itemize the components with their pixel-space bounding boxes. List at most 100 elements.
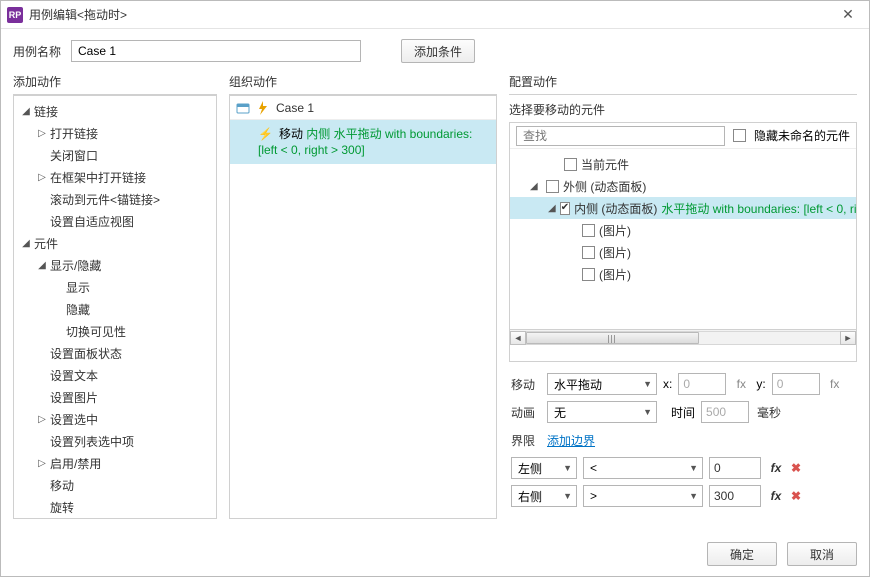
expand-icon[interactable]: ◢ xyxy=(36,260,48,271)
hide-unnamed-checkbox[interactable] xyxy=(733,129,746,142)
action-tree-item[interactable]: ▷打开链接 xyxy=(14,122,216,144)
tree-item-label: 打开链接 xyxy=(50,125,98,142)
action-tree-item[interactable]: ▷切换可见性 xyxy=(14,320,216,342)
action-tree-item[interactable]: ▷设置自适应视图 xyxy=(14,210,216,232)
add-condition-button[interactable]: 添加条件 xyxy=(401,39,475,63)
boundary-value-input[interactable] xyxy=(709,457,761,479)
x-input[interactable] xyxy=(678,373,726,395)
search-input[interactable] xyxy=(516,126,725,146)
action-item[interactable]: ⚡移动 内侧 水平拖动 with boundaries: [left < 0, … xyxy=(230,120,496,164)
move-select[interactable]: 水平拖动▼ xyxy=(547,373,657,395)
action-tree-item[interactable]: ▷设置尺寸 xyxy=(14,518,216,519)
case-label[interactable]: Case 1 xyxy=(276,101,314,115)
boundary-side-select[interactable]: 右侧▼ xyxy=(511,485,577,507)
chevron-down-icon: ▼ xyxy=(643,407,652,417)
animation-select[interactable]: 无▼ xyxy=(547,401,657,423)
action-tree-item[interactable]: ▷移动 xyxy=(14,474,216,496)
widget-tree-item[interactable]: ◢外侧 (动态面板) xyxy=(510,175,856,197)
action-tree-item[interactable]: ▷启用/禁用 xyxy=(14,452,216,474)
expand-icon[interactable]: ◢ xyxy=(530,181,542,192)
boundary-op-select[interactable]: <▼ xyxy=(583,457,703,479)
action-prefix: 移动 xyxy=(279,127,306,141)
action-tree-item[interactable]: ◢元件 xyxy=(14,232,216,254)
collapse-icon[interactable]: ▷ xyxy=(36,128,48,139)
scroll-left-arrow[interactable]: ◄ xyxy=(510,331,526,345)
add-action-header: 添加动作 xyxy=(13,71,217,95)
action-tree-item[interactable]: ▷设置列表选中项 xyxy=(14,430,216,452)
widget-checkbox[interactable] xyxy=(582,268,595,281)
chevron-down-icon: ▼ xyxy=(563,463,572,473)
boundary-side-select[interactable]: 左侧▼ xyxy=(511,457,577,479)
tree-item-label: 设置面板状态 xyxy=(50,345,122,362)
chevron-down-icon: ▼ xyxy=(689,463,698,473)
tree-item-label: 设置文本 xyxy=(50,367,98,384)
tree-item-label: 设置列表选中项 xyxy=(50,433,134,450)
action-tree-item[interactable]: ◢链接 xyxy=(14,100,216,122)
chevron-down-icon: ▼ xyxy=(643,379,652,389)
delete-boundary-icon[interactable]: ✖ xyxy=(791,461,801,475)
collapse-icon[interactable]: ▷ xyxy=(36,458,48,469)
boundary-value-input[interactable] xyxy=(709,485,761,507)
tree-item-label: 启用/禁用 xyxy=(50,455,101,472)
action-tree-item[interactable]: ◢显示/隐藏 xyxy=(14,254,216,276)
tree-item-label: 设置选中 xyxy=(50,411,98,428)
scroll-right-arrow[interactable]: ► xyxy=(840,331,856,345)
widget-tree-item[interactable]: ◢内侧 (动态面板) 水平拖动 with boundaries: [left <… xyxy=(510,197,856,219)
widget-label: (图片) xyxy=(599,244,631,261)
widget-tree-item[interactable]: ▷(图片) xyxy=(510,241,856,263)
widget-tree-item[interactable]: ▷当前元件 xyxy=(510,153,856,175)
add-boundary-link[interactable]: 添加边界 xyxy=(547,432,595,449)
action-tree-item[interactable]: ▷在框架中打开链接 xyxy=(14,166,216,188)
action-tree-item[interactable]: ▷显示 xyxy=(14,276,216,298)
organize-action-header: 组织动作 xyxy=(229,71,497,95)
h-scrollbar[interactable]: ◄ ► xyxy=(510,329,856,345)
fx-button[interactable]: fx xyxy=(767,461,785,475)
widget-tree-item[interactable]: ▷(图片) xyxy=(510,263,856,285)
select-widget-header: 选择要移动的元件 xyxy=(509,95,857,122)
ok-button[interactable]: 确定 xyxy=(707,542,777,566)
tree-item-label: 关闭窗口 xyxy=(50,147,98,164)
action-tree-item[interactable]: ▷设置选中 xyxy=(14,408,216,430)
delete-boundary-icon[interactable]: ✖ xyxy=(791,489,801,503)
fx-y[interactable]: fx xyxy=(826,377,844,391)
tree-item-label: 显示/隐藏 xyxy=(50,257,101,274)
close-icon[interactable]: ✕ xyxy=(833,6,863,23)
widget-checkbox[interactable] xyxy=(560,202,570,215)
collapse-icon[interactable]: ▷ xyxy=(36,414,48,425)
tree-item-label: 切换可见性 xyxy=(66,323,126,340)
expand-icon[interactable]: ◢ xyxy=(20,238,32,249)
time-unit: 毫秒 xyxy=(757,404,781,421)
action-tree-item[interactable]: ▷设置文本 xyxy=(14,364,216,386)
boundary-op-select[interactable]: >▼ xyxy=(583,485,703,507)
x-label: x: xyxy=(663,377,672,391)
cancel-button[interactable]: 取消 xyxy=(787,542,857,566)
configure-action-header: 配置动作 xyxy=(509,71,857,95)
action-tree-item[interactable]: ▷设置面板状态 xyxy=(14,342,216,364)
tree-item-label: 隐藏 xyxy=(66,301,90,318)
widget-checkbox[interactable] xyxy=(582,246,595,259)
lightning-icon: ⚡ xyxy=(258,127,273,141)
widget-checkbox[interactable] xyxy=(546,180,559,193)
tree-item-label: 设置自适应视图 xyxy=(50,213,134,230)
widget-checkbox[interactable] xyxy=(582,224,595,237)
expand-icon[interactable]: ◢ xyxy=(20,106,32,117)
case-name-label: 用例名称 xyxy=(13,43,61,60)
tree-item-label: 滚动到元件<锚链接> xyxy=(50,191,160,208)
action-tree-item[interactable]: ▷设置图片 xyxy=(14,386,216,408)
action-tree-item[interactable]: ▷关闭窗口 xyxy=(14,144,216,166)
fx-button[interactable]: fx xyxy=(767,489,785,503)
y-input[interactable] xyxy=(772,373,820,395)
widget-tree-item[interactable]: ▷(图片) xyxy=(510,219,856,241)
action-tree-item[interactable]: ▷旋转 xyxy=(14,496,216,518)
case-name-input[interactable] xyxy=(71,40,361,62)
tree-item-label: 在框架中打开链接 xyxy=(50,169,146,186)
animation-label: 动画 xyxy=(511,404,541,421)
expand-icon[interactable]: ◢ xyxy=(548,203,556,214)
collapse-icon[interactable]: ▷ xyxy=(36,172,48,183)
chevron-down-icon: ▼ xyxy=(563,491,572,501)
time-input[interactable] xyxy=(701,401,749,423)
action-tree-item[interactable]: ▷滚动到元件<锚链接> xyxy=(14,188,216,210)
fx-x[interactable]: fx xyxy=(732,377,750,391)
action-tree-item[interactable]: ▷隐藏 xyxy=(14,298,216,320)
widget-checkbox[interactable] xyxy=(564,158,577,171)
